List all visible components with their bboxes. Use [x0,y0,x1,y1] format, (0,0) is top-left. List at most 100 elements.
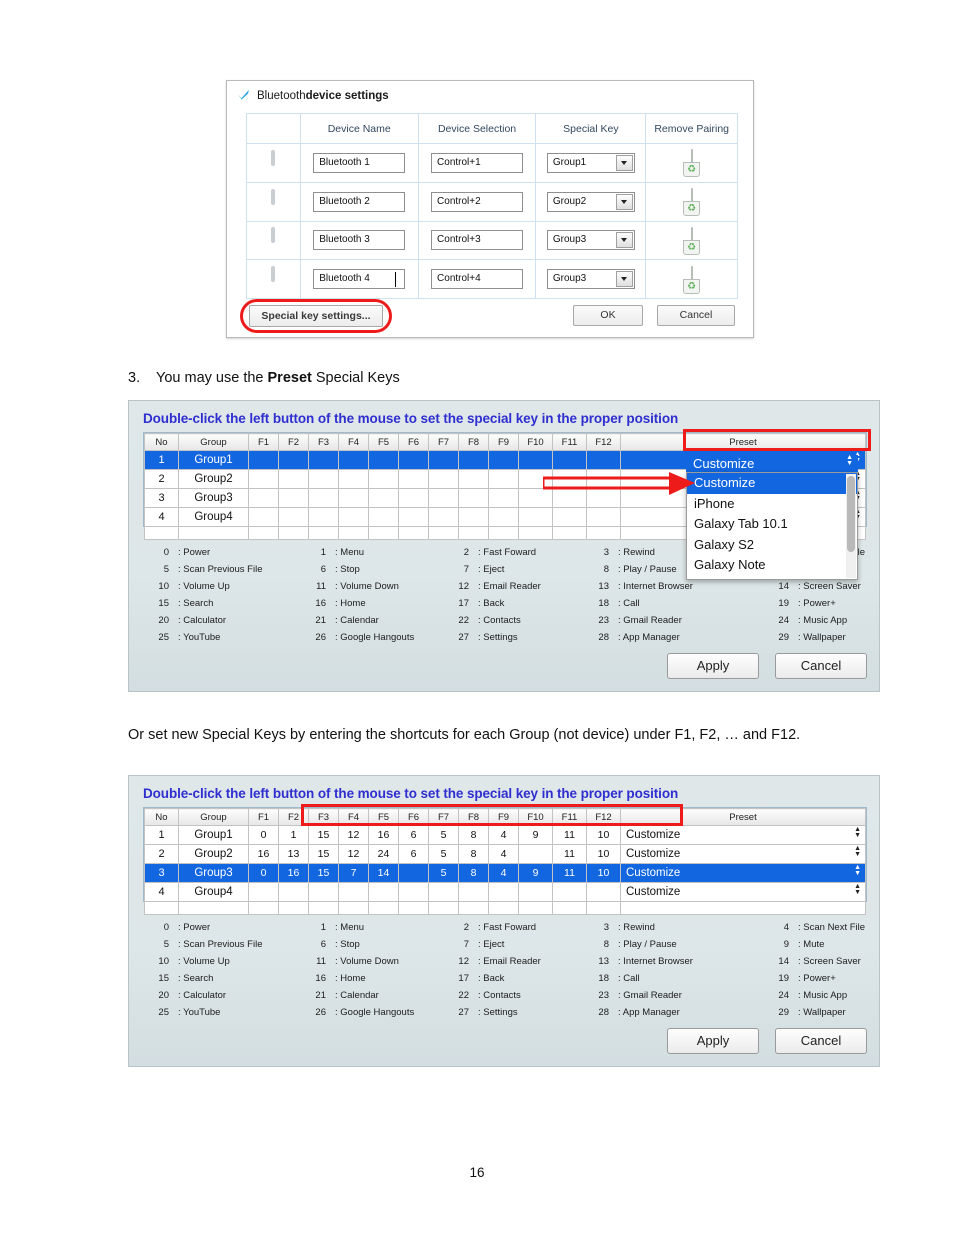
cancel-button[interactable]: Cancel [657,305,735,326]
grid-cell-f7[interactable]: 5 [428,844,459,864]
device-selection-input[interactable]: Control+2 [431,191,524,212]
grid-cell-f12[interactable] [586,450,621,470]
grid-col-header-f12[interactable]: F12 [586,433,621,451]
grid-cell-f2[interactable]: 13 [278,844,309,864]
grid-col-header-f9[interactable]: F9 [488,433,519,451]
grid-cell-f2[interactable] [278,469,309,489]
grid-col-header-f3[interactable]: F3 [308,433,339,451]
grid-cell-f10[interactable] [518,507,553,527]
grid-cell-f7[interactable] [428,450,459,470]
grid-col-header-f5[interactable]: F5 [368,808,399,826]
grid-row[interactable]: 2 Group2 16 13 15 12 24 6 5 8 4 11 10 Customize ▲ ▼ [144,844,866,864]
grid-cell-f5[interactable]: 24 [368,844,399,864]
grid-cell-f11[interactable] [552,507,587,527]
special-key-select[interactable]: Group2 [546,191,635,212]
trash-icon[interactable]: ♻ [681,149,703,178]
grid-col-header-f11[interactable]: F11 [552,433,587,451]
grid-col-header-f1[interactable]: F1 [248,433,279,451]
grid-col-header-f9[interactable]: F9 [488,808,519,826]
grid-cell-preset[interactable]: Customize ▲ ▼ [620,863,866,883]
grid-cell-f5[interactable] [368,469,399,489]
dropdown-option[interactable]: Customize [687,473,857,494]
grid-cell-f7[interactable] [428,507,459,527]
grid-row[interactable]: 3 Group3 0 16 15 7 14 5 8 4 9 11 10 Customize ▲ ▼ [144,863,866,883]
grid-col-header-f7[interactable]: F7 [428,433,459,451]
grid-col-header-f10[interactable]: F10 [518,433,553,451]
dropdown-option[interactable]: Galaxy Tab 10.1 [687,514,857,535]
spinner-icon[interactable]: ▲▼ [846,455,853,467]
grid-cell-f3[interactable] [308,488,339,508]
grid-cell-f4[interactable]: 12 [338,825,369,845]
grid-col-header-f6[interactable]: F6 [398,433,429,451]
grid-cell-f2[interactable] [278,507,309,527]
device-name-input[interactable]: Bluetooth 4 [313,269,406,290]
spinner-icon[interactable]: ▲▼ [854,845,861,858]
grid-cell-f9[interactable] [488,507,519,527]
grid-cell-f1[interactable]: 0 [248,863,279,883]
grid-cell-f4[interactable] [338,882,369,902]
grid-cell-f9[interactable]: 4 [488,844,519,864]
grid-cell-group[interactable]: Group3 [178,488,249,508]
grid-cell-no[interactable]: 3 [144,863,179,883]
grid-cell-f7[interactable]: 5 [428,825,459,845]
grid-cell-f3[interactable]: 15 [308,825,339,845]
chevron-down-icon[interactable] [615,193,633,210]
grid-cell-f6[interactable] [398,863,429,883]
chevron-down-icon[interactable] [615,232,633,249]
device-name-input[interactable]: Bluetooth 1 [313,152,406,173]
grid-cell-f3[interactable] [308,450,339,470]
grid-col-header-f6[interactable]: F6 [398,808,429,826]
device-name-input[interactable]: Bluetooth 2 [313,191,406,212]
grid-col-header-f4[interactable]: F4 [338,433,369,451]
grid-col-header-f4[interactable]: F4 [338,808,369,826]
grid-cell-f5[interactable] [368,507,399,527]
grid-cell-no[interactable]: 4 [144,507,179,527]
grid-col-header-f3[interactable]: F3 [308,808,339,826]
grid-cell-f10[interactable] [518,450,553,470]
spinner-icon[interactable]: ▲▼ [854,864,861,877]
dropdown-option[interactable]: Galaxy S2 [687,535,857,556]
grid-col-header-f8[interactable]: F8 [458,808,489,826]
grid-cell-f6[interactable] [398,469,429,489]
device-selection-input[interactable]: Control+1 [431,152,524,173]
grid-cell-f7[interactable] [428,469,459,489]
grid-col-header-preset[interactable]: Preset [620,433,866,451]
grid-cell-f6[interactable] [398,450,429,470]
grid-row[interactable]: 1 Group1 0 1 15 12 16 6 5 8 4 9 11 10 Customize ▲ ▼ [144,825,866,845]
grid-cell-f4[interactable] [338,507,369,527]
special-key-select[interactable]: Group1 [546,152,635,173]
grid-cell-f4[interactable] [338,488,369,508]
grid-col-header-f10[interactable]: F10 [518,808,553,826]
grid-col-header-f1[interactable]: F1 [248,808,279,826]
grid-cell-group[interactable]: Group3 [178,863,249,883]
grid-cell-f9[interactable]: 4 [488,863,519,883]
grid-cell-f8[interactable]: 8 [458,825,489,845]
grid-cell-f3[interactable]: 15 [308,844,339,864]
grid-cell-f1[interactable] [248,488,279,508]
apply-button[interactable]: Apply [667,653,759,679]
grid-cell-f12[interactable]: 10 [586,825,621,845]
preset-dropdown-popup[interactable]: Customize iPhone Galaxy Tab 10.1 Galaxy S2 G… [686,472,858,580]
apply-button[interactable]: Apply [667,1028,759,1054]
grid-cell-f3[interactable]: 15 [308,863,339,883]
grid-cell-f9[interactable] [488,450,519,470]
grid-cell-f11[interactable]: 11 [552,825,587,845]
grid-col-header-group[interactable]: Group [178,808,249,826]
grid-cell-f11[interactable] [552,882,587,902]
grid-cell-f1[interactable]: 16 [248,844,279,864]
special-key-select[interactable]: Group3 [546,269,635,290]
device-selection-input[interactable]: Control+3 [431,230,524,251]
grid-cell-f2[interactable] [278,450,309,470]
chevron-down-icon[interactable] [615,271,633,288]
grid-cell-f2[interactable] [278,882,309,902]
special-key-settings-button[interactable]: Special key settings... [249,305,383,327]
grid-cell-f8[interactable] [458,488,489,508]
grid-col-header-no[interactable]: No [144,808,179,826]
trash-icon[interactable]: ♻ [681,188,703,217]
grid-cell-f8[interactable] [458,507,489,527]
grid-cell-preset[interactable]: Customize ▲ ▼ [620,882,866,902]
cancel-button[interactable]: Cancel [775,653,867,679]
spinner-icon[interactable]: ▲▼ [854,883,861,896]
grid-cell-f2[interactable] [278,488,309,508]
grid-cell-f8[interactable] [458,882,489,902]
